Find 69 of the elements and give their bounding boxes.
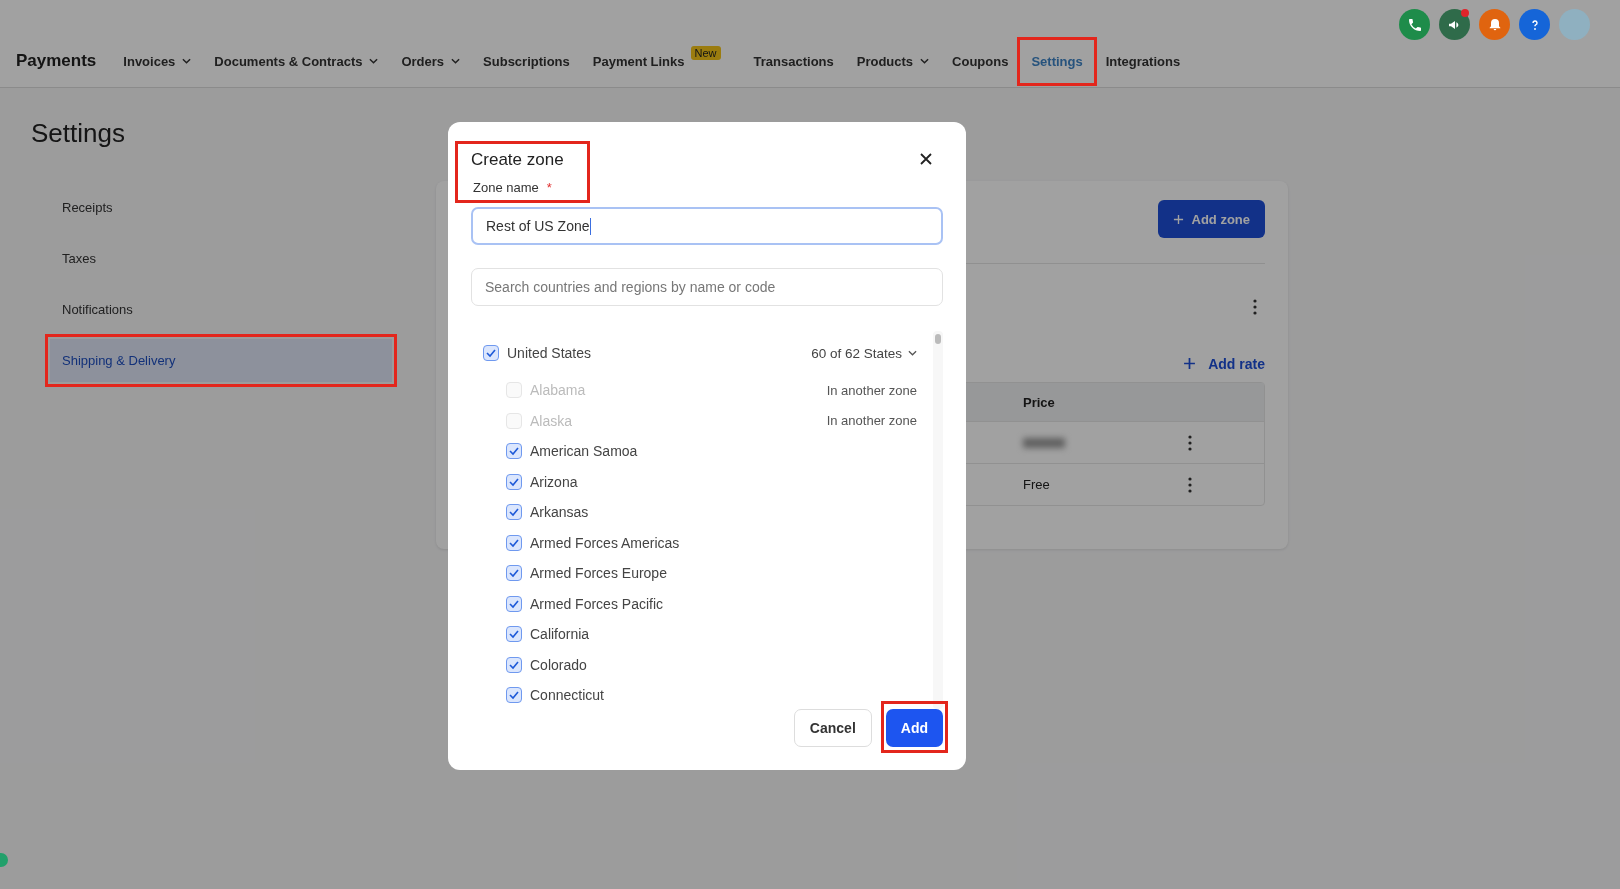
nav-tab[interactable]: Documents & Contracts [214, 53, 379, 69]
phone-button[interactable] [1399, 9, 1430, 40]
checkbox[interactable] [506, 595, 522, 612]
sidebar-item[interactable]: Notifications [50, 288, 392, 331]
checkbox[interactable] [506, 565, 522, 582]
sidebar-item[interactable]: Shipping & Delivery [50, 339, 392, 382]
chevron-down-icon [908, 350, 917, 356]
phone-icon [1406, 16, 1423, 33]
nav-tab[interactable]: Subscriptions [483, 53, 570, 69]
cancel-button[interactable]: Cancel [793, 709, 872, 747]
state-label: Colorado [530, 656, 588, 673]
state-label: Connecticut [530, 687, 605, 704]
checkbox[interactable] [506, 687, 522, 704]
required-mark: * [546, 180, 552, 195]
state-label: Alaska [530, 412, 574, 429]
search-field[interactable]: Search countries and regions by name or code [471, 268, 943, 306]
checkbox[interactable] [506, 443, 522, 460]
add-rate-link[interactable]: Add rate [1183, 345, 1265, 382]
app-title: Payments [16, 51, 97, 71]
nav-tab[interactable]: Transactions [753, 53, 834, 69]
sidebar-item[interactable]: Taxes [50, 237, 392, 280]
field-label: Zone name * [473, 180, 553, 195]
nav-tab[interactable]: Payment Links [592, 53, 685, 69]
state-label: American Samoa [530, 443, 639, 460]
help-button[interactable] [1519, 9, 1550, 40]
add-button[interactable]: Add [885, 709, 943, 747]
close-icon[interactable] [919, 152, 933, 166]
nav-tab[interactable]: Invoices [123, 53, 192, 69]
new-badge: New [690, 46, 721, 60]
chevron-down-icon [451, 58, 461, 64]
page-title: Settings [31, 118, 126, 149]
zone-name-field[interactable]: Rest of US Zone [471, 207, 943, 245]
state-note: In another zone [826, 413, 917, 429]
state-note: In another zone [826, 382, 917, 398]
checkbox[interactable] [506, 626, 522, 643]
chevron-down-icon [920, 58, 930, 64]
nav-tab[interactable]: Orders [401, 53, 461, 69]
megaphone-button[interactable] [1439, 9, 1470, 40]
add-zone-button[interactable]: Add zone [1157, 200, 1265, 238]
state-label: Armed Forces Pacific [530, 595, 665, 612]
more-options-icon[interactable] [1188, 476, 1192, 493]
table-cell: Free [1023, 477, 1050, 492]
state-label: Armed Forces Americas [530, 534, 681, 551]
plus-icon [1172, 213, 1184, 225]
more-options-icon[interactable] [1253, 299, 1257, 315]
nav-tab[interactable]: Products [856, 53, 930, 69]
chevron-down-icon [369, 58, 379, 64]
states-summary-toggle[interactable]: 60 of 62 States [811, 345, 917, 361]
state-label: California [530, 626, 591, 643]
state-label: Arkansas [530, 504, 590, 521]
more-options-icon[interactable] [1188, 434, 1192, 451]
plus-icon [1183, 357, 1197, 370]
checkbox[interactable] [506, 504, 522, 521]
state-label: Armed Forces Europe [530, 565, 668, 582]
column-header: Price [1023, 394, 1055, 410]
bell-button[interactable] [1479, 9, 1510, 40]
nav-tab[interactable]: Integrations [1105, 53, 1181, 69]
nav-tab[interactable]: Coupons [952, 53, 1009, 69]
scrollbar[interactable] [933, 331, 943, 709]
state-label: Arizona [530, 473, 579, 490]
chevron-down-icon [182, 58, 192, 64]
state-label: Alabama [530, 382, 587, 399]
checkbox[interactable] [483, 345, 499, 361]
sidebar-item[interactable]: Receipts [50, 186, 392, 229]
checkbox[interactable] [506, 656, 522, 673]
checkbox[interactable] [506, 473, 522, 490]
checkbox[interactable] [506, 534, 522, 551]
dialog-title: Create zone [471, 150, 564, 170]
country-label: United States [507, 345, 593, 361]
